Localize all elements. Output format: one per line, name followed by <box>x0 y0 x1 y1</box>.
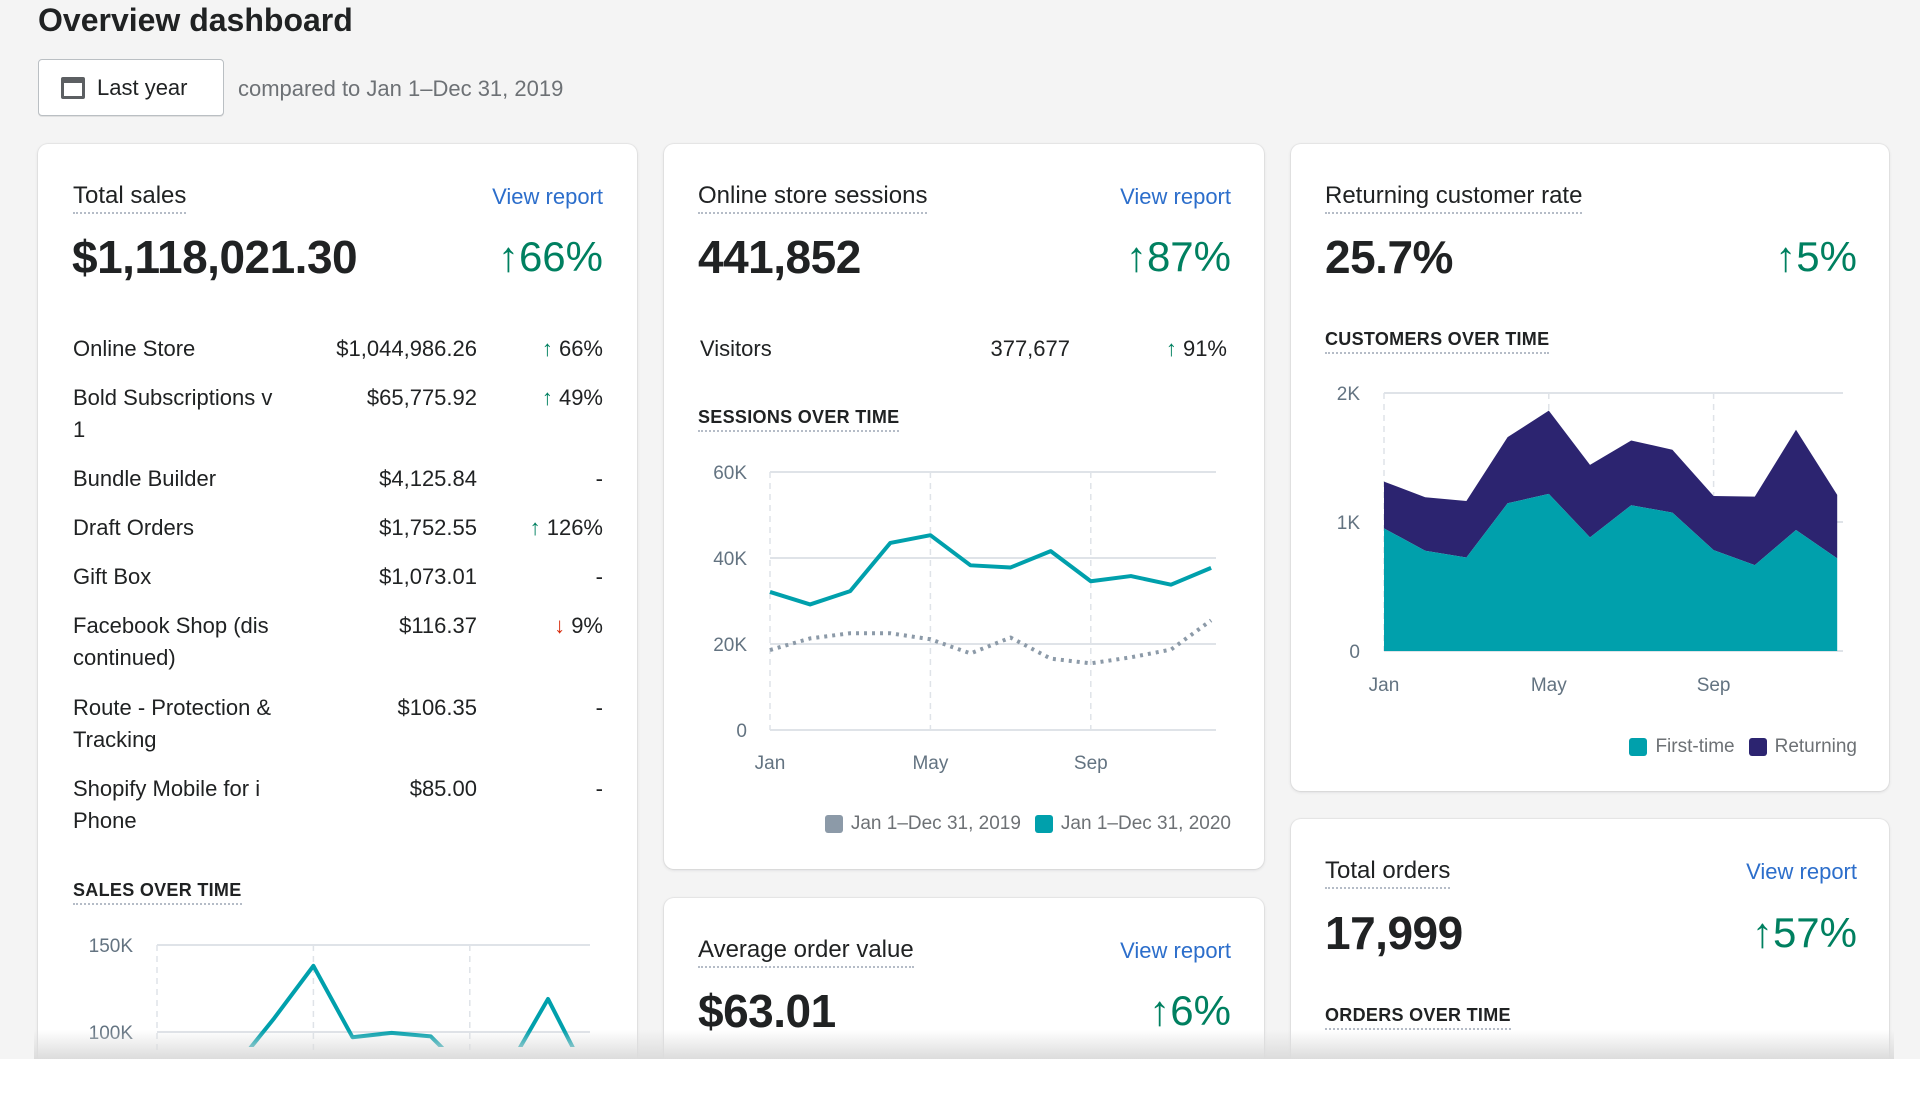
sales-over-time-title: SALES OVER TIME <box>73 879 242 905</box>
channel-change: ↑ 66% <box>541 336 603 361</box>
channel-change: - <box>595 466 603 491</box>
legend-label-returning: Returning <box>1774 736 1857 757</box>
orders-change: ↑57% <box>1751 909 1857 956</box>
orders-view-report[interactable]: View report <box>1746 858 1857 886</box>
channel-value: $1,044,986.26 <box>336 336 477 361</box>
total-sales-view-report[interactable]: View report <box>492 183 603 211</box>
channel-name: Bundle Builder <box>73 466 217 491</box>
returning-change: ↑5% <box>1775 233 1857 280</box>
total-sales-card: Total sales View report $1,118,021.30 ↑6… <box>38 144 637 1059</box>
sessions-change: ↑87% <box>1125 233 1231 280</box>
channel-change: ↓ 9% <box>554 613 603 638</box>
returning-title[interactable]: Returning customer rate <box>1325 182 1583 214</box>
arrow-up-icon: ↑ <box>541 385 553 410</box>
arrow-up-icon: ↑ <box>1775 233 1797 280</box>
total-sales-change: ↑66% <box>497 233 603 280</box>
orders-value: 17,999 <box>1325 907 1463 959</box>
channel-change: - <box>595 776 603 801</box>
arrow-up-icon: ↑ <box>541 336 553 361</box>
orders-over-time-title: ORDERS OVER TIME <box>1325 1004 1511 1030</box>
channel-change: ↑ 126% <box>529 515 603 540</box>
sessions-value: 441,852 <box>698 231 861 283</box>
legend-label-first-time: First-time <box>1655 736 1735 757</box>
page-title: Overview dashboard <box>38 2 353 38</box>
returning-value: 25.7% <box>1325 231 1453 283</box>
arrow-up-icon: ↑ <box>1751 909 1773 956</box>
channel-name: Route - Protection & Tracking <box>73 695 272 752</box>
sessions-card: Online store sessions View report 441,85… <box>664 144 1264 869</box>
legend-swatch-2019 <box>824 815 843 833</box>
channel-change: ↑ 49% <box>541 385 603 410</box>
visitors-change: ↑ 91% <box>1165 336 1227 361</box>
sessions-over-time-title: SESSIONS OVER TIME <box>698 406 900 432</box>
comparison-text: compared to Jan 1–Dec 31, 2019 <box>238 76 564 101</box>
channel-name: Bold Subscriptions v1 <box>73 385 273 442</box>
channel-name: Shopify Mobile for iPhone <box>73 776 261 833</box>
visitors-value: 377,677 <box>990 336 1070 361</box>
channel-change: - <box>595 695 603 720</box>
legend-label-2019: Jan 1–Dec 31, 2019 <box>850 813 1021 834</box>
channel-name: Gift Box <box>73 564 152 589</box>
legend-swatch-2020 <box>1034 815 1053 833</box>
calendar-icon <box>61 76 85 99</box>
bottom-fade <box>34 1030 1894 1059</box>
customers-over-time-title: CUSTOMERS OVER TIME <box>1325 328 1550 354</box>
returning-customer-card: Returning customer rate 25.7% ↑5% CUSTOM… <box>1291 144 1889 791</box>
date-range-label: Last year <box>97 74 188 100</box>
aov-view-report[interactable]: View report <box>1120 937 1231 965</box>
sessions-view-report[interactable]: View report <box>1120 183 1231 211</box>
dashboard-page: Overview dashboard Last year compared to… <box>0 0 1920 1059</box>
total-sales-value: $1,118,021.30 <box>72 231 358 283</box>
total-sales-title[interactable]: Total sales <box>73 182 187 214</box>
channel-name: Draft Orders <box>73 515 195 540</box>
channel-value: $1,073.01 <box>379 564 477 589</box>
arrow-up-icon: ↑ <box>529 515 541 540</box>
channel-value: $65,775.92 <box>366 385 477 410</box>
channel-value: $4,125.84 <box>379 466 477 491</box>
channel-name: Online Store <box>73 336 196 361</box>
channel-value: $1,752.55 <box>379 515 477 540</box>
aov-title[interactable]: Average order value <box>698 936 914 968</box>
arrow-up-icon: ↑ <box>1125 233 1147 280</box>
legend-swatch-returning <box>1748 738 1767 756</box>
sessions-legend: Jan 1–Dec 31, 2019 Jan 1–Dec 31, 2020 <box>824 813 1231 835</box>
customers-legend: First-time Returning <box>1629 736 1857 758</box>
arrow-down-icon: ↓ <box>554 613 566 638</box>
legend-swatch-first-time <box>1629 738 1648 756</box>
channel-change: - <box>595 564 603 589</box>
channel-value: $106.35 <box>397 695 477 720</box>
orders-title[interactable]: Total orders <box>1325 857 1451 889</box>
total-orders-card: Total orders View report 17,999 ↑57% ORD… <box>1291 819 1889 1059</box>
sessions-title[interactable]: Online store sessions <box>698 182 928 214</box>
channel-value: $85.00 <box>409 776 477 801</box>
channel-name: Facebook Shop (discontinued) <box>73 613 269 670</box>
visitors-label: Visitors <box>700 336 772 361</box>
arrow-up-icon: ↑ <box>1165 336 1177 361</box>
date-range-button[interactable]: Last year <box>38 59 224 116</box>
arrow-up-icon: ↑ <box>1149 987 1171 1034</box>
legend-label-2020: Jan 1–Dec 31, 2020 <box>1060 813 1231 834</box>
arrow-up-icon: ↑ <box>497 233 519 280</box>
channel-value: $116.37 <box>399 613 477 638</box>
